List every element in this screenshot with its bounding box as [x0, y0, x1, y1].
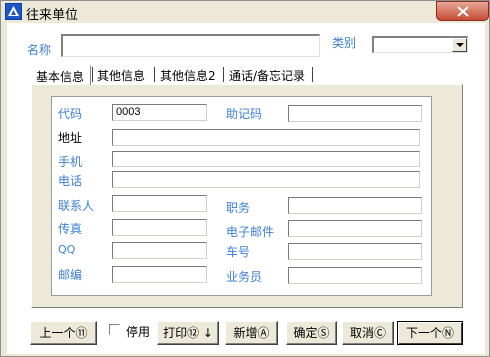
- title-bar[interactable]: 往来单位: [1, 1, 489, 23]
- tab-other-info-2-label: 其他信息2: [160, 69, 216, 83]
- close-button[interactable]: [436, 1, 489, 21]
- mnemonic-label: 助记码: [226, 107, 263, 121]
- tab-other-info[interactable]: 其他信息: [93, 65, 153, 85]
- dialog-window: 往来单位 名称 类别 基本信息 其他信息 其他信息2 通话/备忘记录 代码 00…: [0, 0, 490, 357]
- code-label: 代码: [58, 107, 83, 121]
- qq-input[interactable]: [112, 242, 207, 259]
- print-button[interactable]: 打印⑫ ↓: [157, 321, 219, 345]
- ok-button[interactable]: 确定Ⓢ: [286, 321, 337, 345]
- position-label: 职务: [226, 201, 251, 215]
- close-icon: [457, 6, 469, 17]
- tab-call-memo-label: 通话/备忘记录: [229, 69, 306, 83]
- tab-other-info-label: 其他信息: [97, 69, 146, 83]
- email-input[interactable]: [288, 220, 422, 237]
- address-label: 地址: [58, 131, 83, 145]
- salesman-input[interactable]: [288, 267, 422, 284]
- chevron-down-icon: [456, 43, 464, 47]
- tab-separator: [154, 67, 155, 82]
- contact-label: 联系人: [58, 199, 95, 213]
- mobile-label: 手机: [58, 155, 83, 169]
- name-label: 名称: [27, 43, 52, 57]
- car-label: 车号: [226, 245, 251, 259]
- postcode-input[interactable]: [112, 266, 207, 283]
- car-input[interactable]: [288, 243, 422, 260]
- next-button[interactable]: 下一个Ⓝ: [397, 321, 463, 345]
- tab-basic-info-label: 基本信息: [36, 70, 85, 84]
- tab-other-info-2[interactable]: 其他信息2: [156, 65, 222, 85]
- cancel-button[interactable]: 取消Ⓒ: [342, 321, 394, 345]
- postcode-label: 邮编: [58, 268, 83, 282]
- salesman-label: 业务员: [226, 270, 263, 284]
- email-label: 电子邮件: [226, 225, 275, 239]
- mobile-input[interactable]: [112, 151, 420, 167]
- tab-basic-info[interactable]: 基本信息: [31, 65, 91, 85]
- disable-label: 停用: [126, 325, 151, 339]
- category-label: 类别: [332, 36, 357, 50]
- basic-info-group: [51, 96, 432, 296]
- category-dropdown-button[interactable]: [452, 38, 467, 52]
- new-button[interactable]: 新增Ⓐ: [225, 321, 278, 345]
- mnemonic-input[interactable]: [288, 105, 422, 122]
- category-select[interactable]: [372, 36, 468, 53]
- position-input[interactable]: [288, 197, 422, 214]
- disable-checkbox[interactable]: [109, 324, 120, 335]
- address-input[interactable]: [112, 129, 420, 146]
- code-input[interactable]: 0003: [112, 104, 207, 121]
- fax-input[interactable]: [112, 219, 207, 236]
- prev-button[interactable]: 上一个⑪: [30, 321, 97, 345]
- contact-input[interactable]: [112, 195, 207, 212]
- app-icon: [5, 3, 22, 20]
- tab-call-memo[interactable]: 通话/备忘记录: [225, 65, 311, 85]
- name-input[interactable]: [61, 34, 320, 57]
- qq-label: QQ: [58, 243, 76, 256]
- phone-label: 电话: [58, 174, 83, 188]
- window-title: 往来单位: [26, 8, 79, 23]
- tab-separator: [223, 67, 224, 82]
- phone-input[interactable]: [112, 171, 420, 188]
- tab-separator: [312, 67, 313, 82]
- fax-label: 传真: [58, 222, 83, 236]
